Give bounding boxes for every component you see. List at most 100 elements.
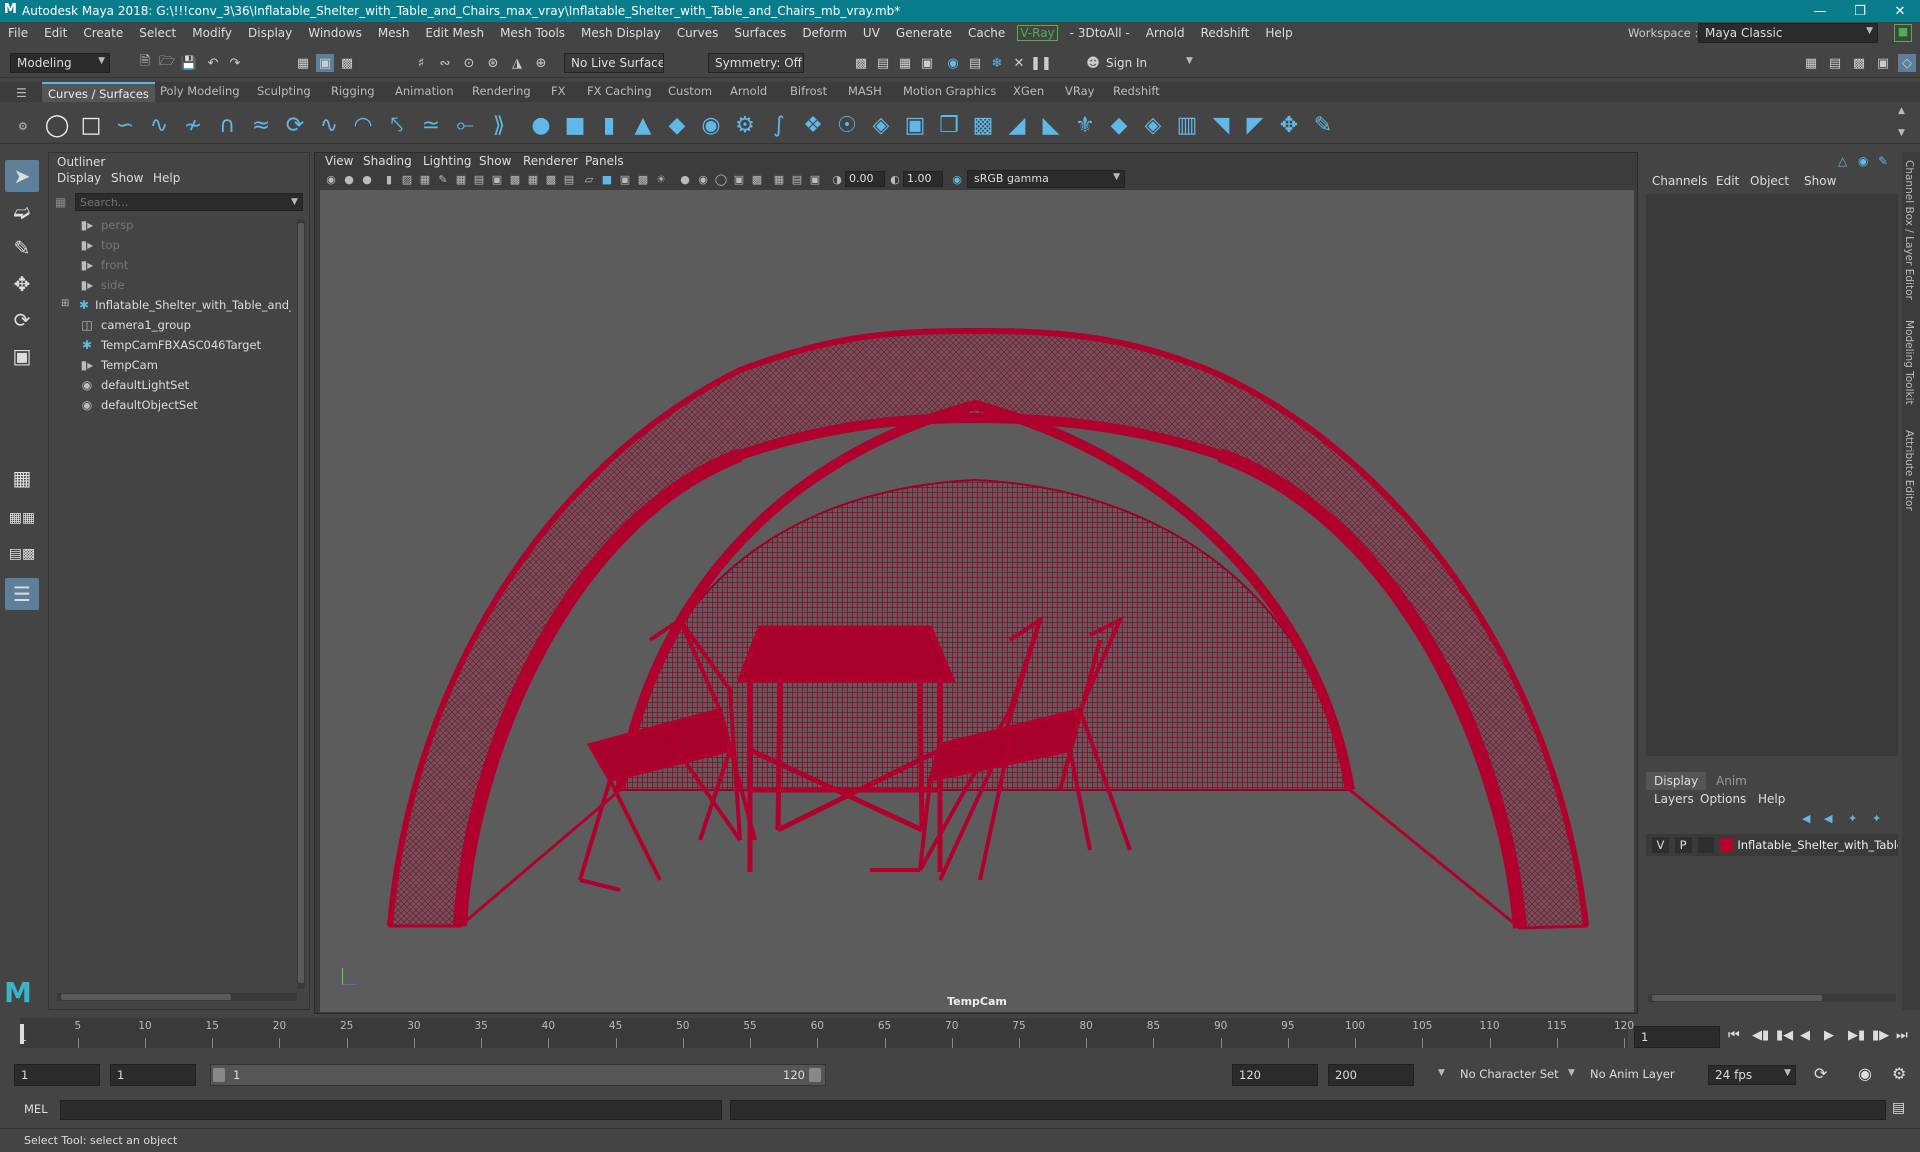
outliner-item[interactable]: ✱ TempCamFBXASC046Target [79,335,291,355]
layer-help-menu[interactable]: Help [1758,792,1785,806]
menu-surfaces[interactable]: Surfaces [726,26,794,40]
menu-generate[interactable]: Generate [888,26,960,40]
menu-curves[interactable]: Curves [669,26,727,40]
layer-playback-toggle[interactable]: P [1674,837,1692,853]
outliner-menu-help[interactable]: Help [153,171,180,185]
outliner-search-input[interactable] [75,193,303,211]
menu-cache[interactable]: Cache [960,26,1013,40]
snap-point-icon[interactable]: ⊙ [460,54,478,72]
new-layer-icon[interactable]: ✦ [1848,812,1857,825]
film-gate-icon[interactable]: ▤ [471,171,487,187]
side-tab-modeling-toolkit[interactable]: Modeling Toolkit [1903,320,1915,405]
shelf-tab-sculpting[interactable]: Sculpting [257,84,311,98]
arc-icon[interactable]: ∩ [214,112,240,138]
vray-ipr-icon[interactable]: ✕ [1010,54,1028,72]
move-tool-icon[interactable]: ✥ [5,268,39,300]
outliner-item[interactable]: ◉ defaultLightSet [79,375,291,395]
resolution-gate-icon[interactable]: ▣ [489,171,505,187]
lasso-tool-icon[interactable]: ➫ [5,196,39,228]
menu-select[interactable]: Select [131,26,184,40]
outliner-hscroll[interactable] [57,993,297,1001]
move-layer-up-icon[interactable]: ◀ [1802,812,1810,825]
nurbs-plane-icon[interactable]: ◆ [664,112,690,138]
open-close-surfaces-icon[interactable]: ✥ [1276,112,1302,138]
channels-menu[interactable]: Channels [1652,174,1708,188]
snap-surface-icon[interactable]: ◮ [508,54,526,72]
tab-anim[interactable]: Anim [1708,772,1755,790]
render-settings-icon[interactable]: ▣ [918,54,936,72]
toolsettings-toggle-icon[interactable]: ▩ [1850,54,1868,72]
chevron-down-icon[interactable]: ▼ [1186,56,1193,66]
menu-modify[interactable]: Modify [184,26,240,40]
loop-icon[interactable]: ⟳ [1814,1064,1827,1083]
go-to-end-icon[interactable]: ⏭ [1896,1028,1908,1043]
loft-icon[interactable]: ∫ [766,112,792,138]
menu-edit-mesh[interactable]: Edit Mesh [417,26,492,40]
channelbox-show-menu[interactable]: Show [1804,174,1836,188]
outliner-menu-display[interactable]: Display [57,171,101,185]
new-scene-icon[interactable]: 🗎 [136,54,154,72]
rotate-tool-icon[interactable]: ⟳ [5,304,39,336]
bezier-icon[interactable]: ≈ [248,112,274,138]
outliner-item[interactable]: ▮▸ front [79,255,291,275]
expand-icon[interactable]: ⊞ [61,298,69,309]
two-d-pan-icon[interactable]: ▦ [417,171,433,187]
intersect-icon[interactable]: ◣ [1038,112,1064,138]
outliner-item[interactable]: ◫ camera1_group [79,315,291,335]
modeling-toolkit-icon[interactable]: ◇ [1898,54,1916,72]
exposure-field[interactable]: 0.00 [845,171,885,187]
scale-tool-icon[interactable]: ▣ [5,340,39,372]
go-to-start-icon[interactable]: ⏮ [1728,1028,1740,1043]
layer-name[interactable]: Inflatable_Shelter_with_Table_ [1737,838,1898,852]
menu-create[interactable]: Create [75,26,131,40]
animation-start-field[interactable]: 1 [14,1064,100,1086]
add-points-icon[interactable]: ⟫ [486,112,512,138]
save-scene-icon[interactable]: 💾 [180,54,198,72]
bevel-plus-icon[interactable]: ▣ [902,112,928,138]
nurbs-cylinder-icon[interactable]: ▮ [596,112,622,138]
menu-edit[interactable]: Edit [36,26,75,40]
rebuild-curve-icon[interactable]: ⟜ [452,112,478,138]
menu-mesh-display[interactable]: Mesh Display [573,26,669,40]
pause-icon[interactable]: ❚❚ [1030,54,1052,72]
menu-mesh[interactable]: Mesh [370,26,418,40]
mel-label[interactable]: MEL [24,1102,48,1116]
xray-icon[interactable]: ▦ [771,171,787,187]
play-backward-icon[interactable]: ◀ [1800,1028,1810,1043]
workspace-dropdown[interactable]: Maya Classic ▼ [1698,23,1878,43]
project-curve-icon[interactable]: ◢ [1004,112,1030,138]
redo-icon[interactable]: ↷ [226,54,244,72]
ambient-occlusion-icon[interactable]: ◉ [695,171,711,187]
lock-icon[interactable]: ■ [1894,24,1912,42]
pencil-curve-icon[interactable]: ≁ [180,112,206,138]
nurbs-cube-icon[interactable]: ■ [562,112,588,138]
anim-layer-dropdown[interactable]: No Anim Layer [1590,1067,1675,1081]
planar-icon[interactable]: ❖ [800,112,826,138]
color-management-icon[interactable]: ◉ [949,171,965,187]
bookmark-icon[interactable]: ▮ [381,171,397,187]
menu-mesh-tools[interactable]: Mesh Tools [492,26,573,40]
menu-3dtoall[interactable]: - 3DtoAll - [1062,26,1138,40]
command-input[interactable] [60,1100,722,1120]
extrude-icon[interactable]: ☉ [834,112,860,138]
undo-icon[interactable]: ↶ [204,54,222,72]
outliner-item[interactable]: ✱ Inflatable_Shelter_with_Table_and_Ch [79,295,291,315]
use-lights-icon[interactable]: ☀ [653,171,669,187]
safe-title-icon[interactable]: ▤ [561,171,577,187]
shelf-tab-custom[interactable]: Custom [668,84,712,98]
tab-display[interactable]: Display [1646,772,1707,790]
filter-icon[interactable]: ▦ [55,195,66,209]
shelf-tab-fx-caching[interactable]: FX Caching [587,84,652,98]
gate-mask-icon[interactable]: ▩ [507,171,523,187]
anim-layer-arrow-icon[interactable]: ▼ [1568,1068,1575,1078]
step-forward-frame-icon[interactable]: ▮▶ [1872,1028,1889,1043]
step-back-frame-icon[interactable]: ◀▮ [1752,1028,1769,1043]
shelf-tab-motion-graphics[interactable]: Motion Graphics [903,84,996,98]
search-dropdown-icon[interactable]: ▼ [291,197,298,207]
shelf-tab-vray[interactable]: VRay [1065,84,1094,98]
grid-icon[interactable]: ▦ [453,171,469,187]
image-plane-icon[interactable]: ▨ [399,171,415,187]
layer-display-type-toggle[interactable] [1697,837,1715,853]
tool-settings-icon[interactable]: ✎ [1878,154,1888,168]
field-chart-icon[interactable]: ▦ [525,171,541,187]
